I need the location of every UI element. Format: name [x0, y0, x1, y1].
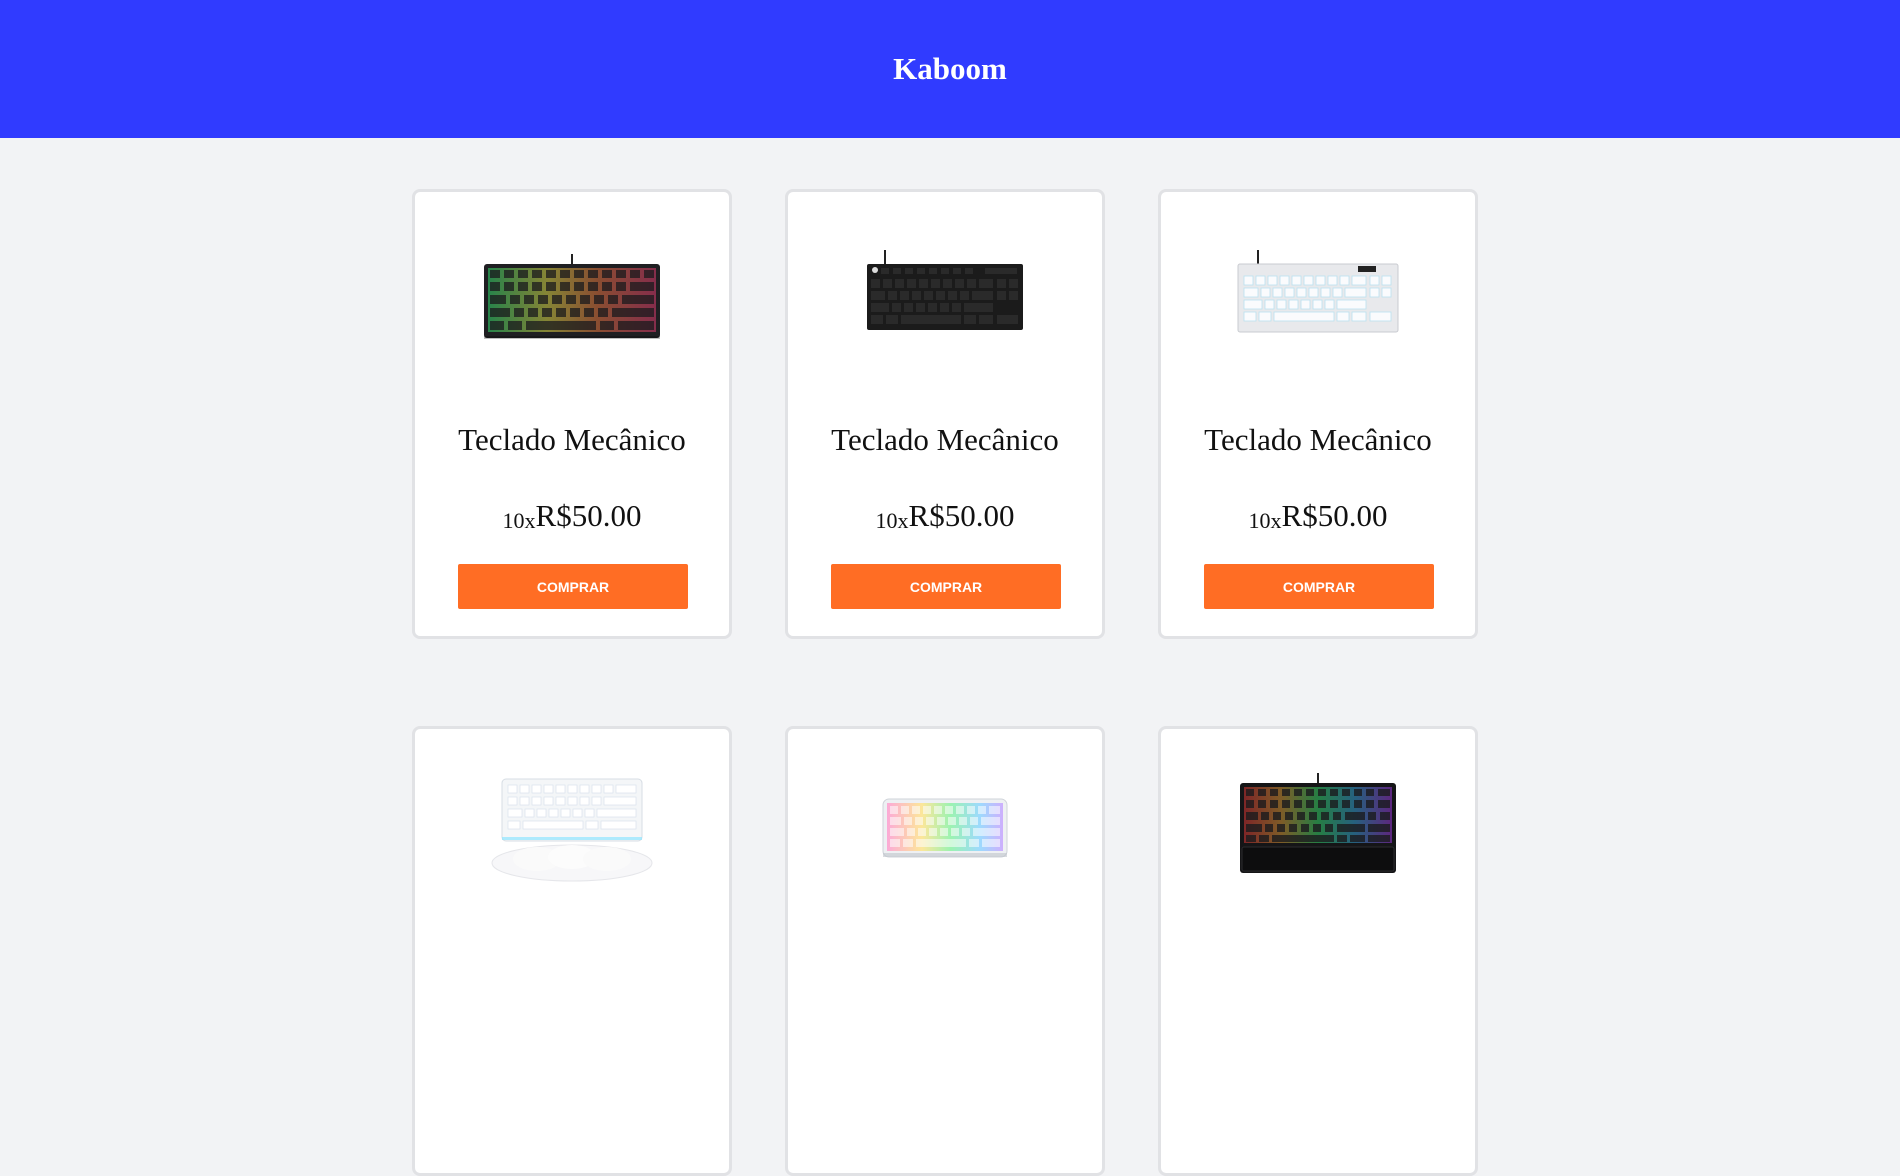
keyboard-image: [491, 778, 653, 882]
product-card: Teclado Mecânico 10xR$50.00 COMPRAR: [785, 189, 1105, 639]
buy-button[interactable]: COMPRAR: [831, 564, 1061, 609]
keyboard-image: [867, 250, 1023, 330]
product-price: 10xR$50.00: [415, 498, 729, 534]
buy-button[interactable]: COMPRAR: [458, 564, 688, 609]
installments: 10x: [1248, 508, 1282, 533]
price-value: R$50.00: [908, 498, 1015, 533]
price-value: R$50.00: [1281, 498, 1388, 533]
product-card: [412, 726, 732, 1176]
product-name: Teclado Mecânico: [1204, 422, 1432, 457]
product-card: Teclado Mecânico 10xR$50.00 COMPRAR: [1158, 189, 1478, 639]
price-value: R$50.00: [535, 498, 642, 533]
product-price: 10xR$50.00: [788, 498, 1102, 534]
product-card: [785, 726, 1105, 1176]
keyboard-image: [1237, 250, 1399, 333]
site-title: Kaboom: [893, 51, 1007, 86]
installments: 10x: [875, 508, 909, 533]
product-name: Teclado Mecânico: [458, 422, 686, 457]
keyboard-image: [1240, 773, 1396, 873]
keyboard-image: [882, 798, 1008, 858]
buy-button[interactable]: COMPRAR: [1204, 564, 1434, 609]
keyboard-image: [484, 254, 660, 339]
product-name: Teclado Mecânico: [831, 422, 1059, 457]
site-header: Kaboom: [0, 0, 1900, 138]
product-card: Teclado Mecânico 10xR$50.00 COMPRAR: [412, 189, 732, 639]
product-price: 10xR$50.00: [1161, 498, 1475, 534]
product-card: [1158, 726, 1478, 1176]
installments: 10x: [502, 508, 536, 533]
